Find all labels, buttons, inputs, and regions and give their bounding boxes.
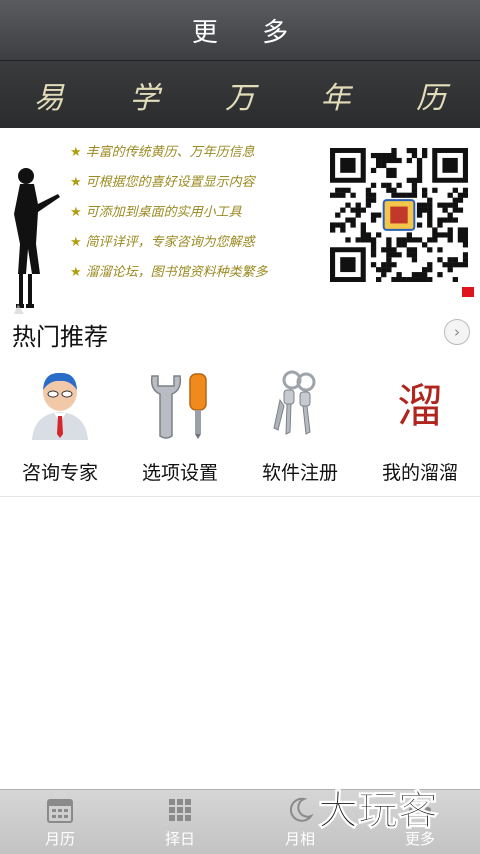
recommend-mine[interactable]: 溜 我的溜溜 <box>360 362 480 496</box>
recommend-settings[interactable]: 选项设置 <box>120 362 240 496</box>
slide-indicator <box>462 287 474 297</box>
tab-date-select[interactable]: 择日 <box>120 790 240 854</box>
svg-text:大玩客: 大玩客 <box>318 788 438 832</box>
feature-item: ★ 简评详评，专家咨询为您解惑 <box>70 235 255 250</box>
feature-list: ★ 丰富的传统黄历、万年历信息 ★ 可根据您的喜好设置显示内容 ★ 可添加到桌面的实用… <box>70 142 326 292</box>
keys-icon <box>273 370 316 435</box>
svg-text:溜: 溜 <box>397 379 443 433</box>
presenter-silhouette-icon <box>14 168 60 314</box>
tab-label: 择日 <box>164 830 195 848</box>
calendar-icon <box>47 799 73 823</box>
grid-dots-icon <box>169 799 191 821</box>
expert-avatar-icon <box>32 372 88 440</box>
promo-banner[interactable]: ★ 丰富的传统黄历、万年历信息 ★ 可根据您的喜好设置显示内容 ★ 可添加到桌面的实用… <box>0 128 480 314</box>
app-brand-title: 易 学 万 年 历 <box>33 80 475 116</box>
feature-item: ★ 可根据您的喜好设置显示内容 <box>70 175 255 190</box>
recommend-label: 我的溜溜 <box>381 462 458 484</box>
feature-item: ★ 溜溜论坛，图书馆资料种类繁多 <box>70 265 268 280</box>
liu-seal-icon: 溜 <box>397 379 443 433</box>
recommend-label: 咨询专家 <box>21 462 98 484</box>
section-title: 热门推荐 <box>12 323 108 351</box>
recommend-expert[interactable]: 咨询专家 <box>0 362 120 496</box>
recommend-grid: 咨询专家 选项设置 软件注册 溜 我的溜溜 <box>0 362 480 497</box>
recommend-register[interactable]: 软件注册 <box>240 362 360 496</box>
star-icon: ★ <box>70 235 82 250</box>
star-icon: ★ <box>70 175 82 190</box>
recommend-label: 选项设置 <box>141 462 218 484</box>
star-icon: ★ <box>70 265 82 280</box>
slide-dot-active <box>462 287 474 297</box>
recommend-label: 软件注册 <box>261 462 338 484</box>
tools-icon <box>150 373 207 439</box>
page-title: 更 多 <box>191 17 307 48</box>
hot-recommend-header[interactable]: 热门推荐 › <box>0 305 480 361</box>
star-icon: ★ <box>70 145 82 160</box>
qr-code-icon <box>330 148 468 282</box>
tab-calendar[interactable]: 月历 <box>0 790 120 854</box>
tab-label: 月历 <box>44 830 75 848</box>
star-icon: ★ <box>70 205 82 220</box>
moon-icon <box>289 797 314 822</box>
title-bar: 更 多 <box>0 0 480 61</box>
chevron-right-icon[interactable]: › <box>444 319 470 345</box>
feature-item: ★ 可添加到桌面的实用小工具 <box>70 205 242 220</box>
feature-item: ★ 丰富的传统黄历、万年历信息 <box>70 145 255 160</box>
watermark-logo: 大玩客 <box>318 788 439 833</box>
brand-bar: 易 学 万 年 历 <box>0 61 480 128</box>
calendar-logo-icon <box>382 199 416 231</box>
